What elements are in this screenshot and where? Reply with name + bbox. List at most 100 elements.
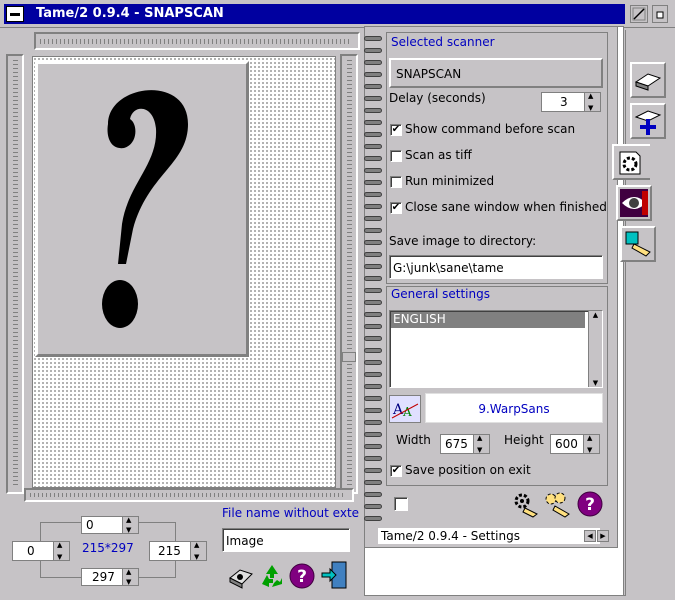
run-minimized-checkbox[interactable] [390, 176, 402, 188]
left-coord-spin-button[interactable] [53, 541, 69, 561]
save-dir-label: Save image to directory: [389, 234, 537, 248]
footer-checkbox[interactable] [394, 497, 408, 511]
help-button[interactable]: ? [288, 562, 316, 590]
check-mark-icon: ✔ [391, 124, 401, 135]
scan-preview-area[interactable] [32, 56, 336, 488]
tab-tools[interactable] [620, 226, 656, 262]
left-coord-spin[interactable]: 0 [12, 541, 70, 561]
font-icon: AA [390, 396, 420, 422]
title-bar: Tame/2 0.9.4 - SNAPSCAN [0, 0, 675, 28]
tab-add-scanner[interactable] [630, 103, 666, 139]
filename-label: File name without exte [222, 506, 360, 520]
bottom-coord-spin-button[interactable] [122, 568, 138, 586]
page-next-button[interactable]: ▶ [597, 530, 609, 542]
size-label: 215*297 [82, 541, 134, 555]
maximize-button[interactable] [652, 5, 668, 23]
delay-value: 3 [560, 95, 568, 109]
right-coord-spin[interactable]: 215 [149, 541, 207, 561]
preview-panel [4, 30, 360, 506]
placeholder-image [35, 61, 249, 357]
gear-document-icon [619, 151, 641, 175]
font-icon-button[interactable]: AA [389, 395, 421, 423]
right-ruler[interactable] [340, 54, 358, 494]
right-coord-spin-button[interactable] [190, 541, 206, 561]
settings-help-button[interactable]: ? [576, 490, 604, 518]
close-sane-checkbox[interactable]: ✔ [390, 202, 402, 214]
tools-icon [625, 231, 651, 257]
recycle-button[interactable] [258, 562, 286, 590]
show-command-label: Show command before scan [405, 122, 576, 136]
add-scanner-icon [634, 110, 662, 135]
language-scrollbar[interactable]: ▲ ▼ [588, 311, 602, 387]
run-minimized-label: Run minimized [405, 174, 495, 188]
delay-label: Delay (seconds) [389, 91, 486, 105]
exit-door-icon [321, 561, 347, 589]
check-mark-icon: ✔ [391, 202, 401, 213]
left-coord-value: 0 [27, 544, 35, 558]
save-position-label: Save position on exit [405, 463, 531, 477]
arrow-left-icon: ◀ [587, 532, 593, 540]
notebook-status-title: Tame/2 0.9.4 - Settings [378, 528, 600, 544]
top-ruler[interactable] [34, 32, 360, 50]
language-list[interactable]: ENGLISH ▲ ▼ [389, 310, 603, 388]
language-item-selected[interactable]: ENGLISH [391, 312, 585, 328]
width-spin[interactable]: 675 [440, 434, 490, 454]
minimize-icon [632, 7, 646, 21]
top-coord-spin-button[interactable] [122, 516, 138, 534]
save-position-checkbox[interactable]: ✔ [390, 465, 402, 477]
eye-icon [620, 189, 648, 217]
width-value: 675 [445, 437, 468, 451]
exit-button[interactable] [320, 560, 348, 589]
settings-defaults-button[interactable] [543, 490, 571, 518]
height-spin[interactable]: 600 [550, 434, 600, 454]
close-sane-label: Close sane window when finished [405, 200, 607, 214]
scroll-down-icon[interactable]: ▼ [589, 379, 602, 387]
height-spin-button[interactable] [583, 434, 599, 454]
width-spin-button[interactable] [473, 434, 489, 454]
minimize-button[interactable] [630, 5, 648, 23]
height-value: 600 [555, 437, 578, 451]
scan-button[interactable] [226, 562, 254, 590]
show-command-checkbox[interactable]: ✔ [390, 124, 402, 136]
width-label: Width [396, 433, 431, 447]
gears-hand-icon [545, 492, 570, 518]
settings-apply-button[interactable] [511, 490, 539, 518]
svg-text:?: ? [585, 495, 595, 515]
gear-hand-icon [514, 493, 538, 518]
scan-tiff-checkbox[interactable] [390, 150, 402, 162]
general-settings-label: General settings [391, 287, 490, 301]
tab-view[interactable] [616, 185, 652, 221]
tab-scanner[interactable] [630, 62, 666, 98]
left-ruler[interactable] [6, 54, 24, 494]
help-icon: ? [289, 563, 315, 589]
top-coord-spin[interactable]: 0 [81, 516, 139, 534]
question-mark-icon [102, 90, 188, 328]
delay-spin[interactable]: 3 [541, 92, 601, 112]
scan-tiff-label: Scan as tiff [405, 148, 472, 162]
tab-settings[interactable] [612, 144, 650, 180]
bottom-coord-value: 297 [92, 570, 115, 584]
arrow-right-icon: ▶ [600, 532, 606, 540]
restore-icon [656, 11, 664, 19]
selected-scanner-label: Selected scanner [391, 35, 495, 49]
help-icon: ? [577, 491, 603, 517]
window-title: Tame/2 0.9.4 - SNAPSCAN [4, 4, 625, 24]
scanner-icon [634, 73, 662, 91]
scanner-icon [229, 569, 253, 589]
filename-input[interactable]: Image [222, 528, 350, 552]
bottom-coord-spin[interactable]: 297 [81, 568, 139, 586]
height-label: Height [504, 433, 544, 447]
bottom-ruler[interactable] [24, 488, 354, 502]
scanner-select-button[interactable]: SNAPSCAN [389, 58, 603, 88]
system-menu-icon[interactable] [6, 6, 24, 22]
scroll-up-icon[interactable]: ▲ [589, 311, 602, 319]
font-button[interactable]: 9.WarpSans [425, 393, 603, 423]
recycle-icon [262, 565, 282, 587]
check-mark-icon: ✔ [391, 465, 401, 476]
page-prev-button[interactable]: ◀ [584, 530, 596, 542]
right-ruler-handle[interactable] [342, 352, 356, 362]
svg-text:?: ? [297, 567, 307, 587]
top-coord-value: 0 [86, 518, 94, 532]
save-dir-input[interactable]: G:\junk\sane\tame [389, 255, 603, 279]
delay-spin-button[interactable] [584, 92, 600, 112]
